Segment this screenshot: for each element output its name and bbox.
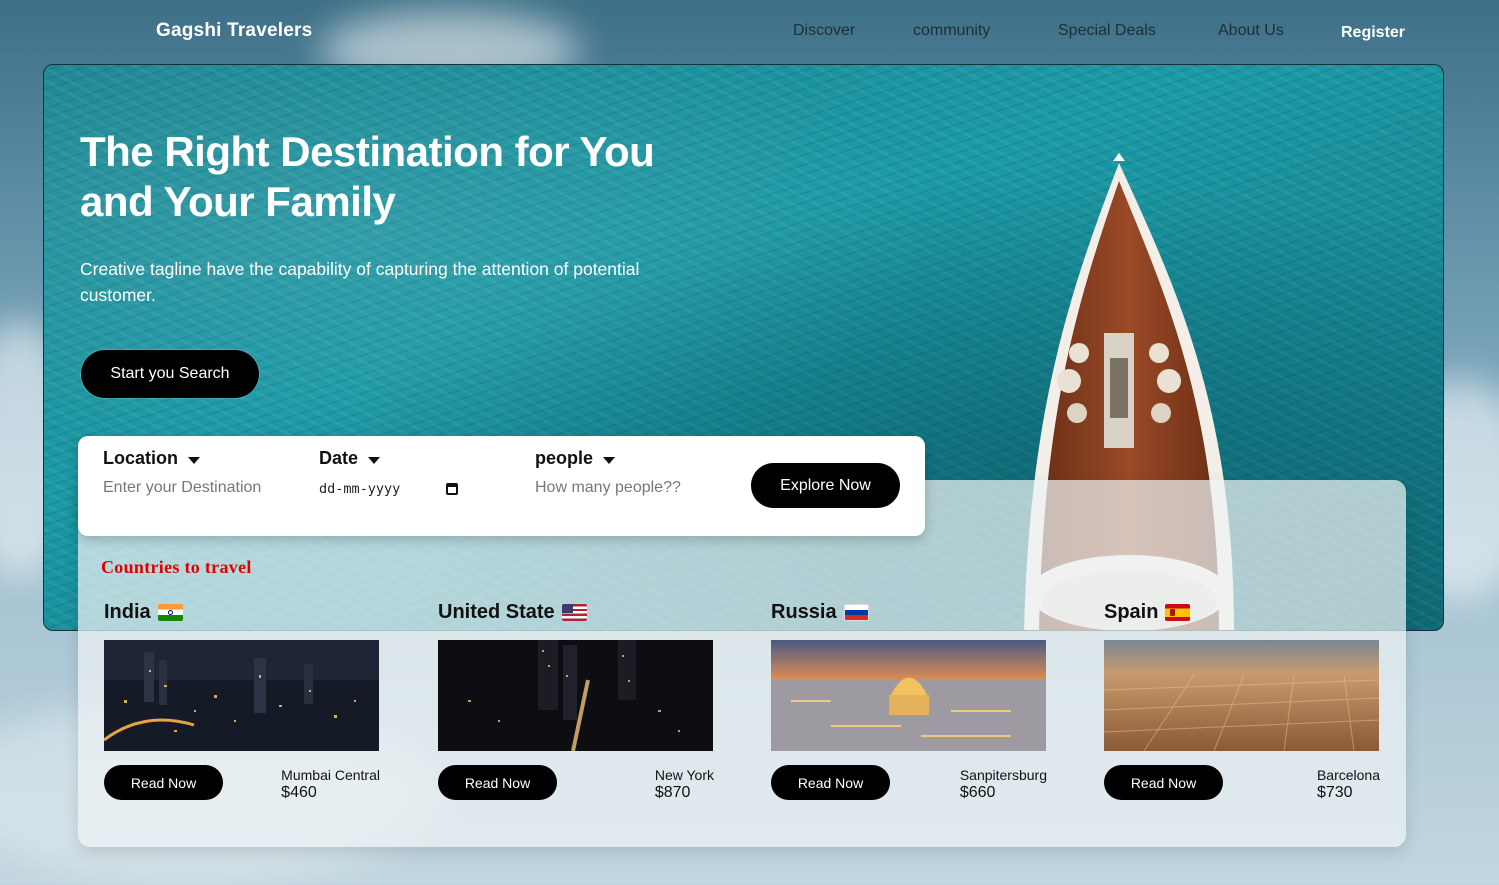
read-now-button[interactable]: Read Now — [1104, 765, 1223, 800]
countries-title: Countries to travel — [101, 557, 252, 577]
country-card-spain: Spain Read Now Barcelona $730 — [1104, 598, 1380, 801]
people-field: people — [535, 448, 725, 497]
date-label: Date — [319, 448, 359, 468]
hero-tagline: Creative tagline have the capability of … — [80, 259, 640, 305]
price: $870 — [654, 784, 691, 801]
mumbai-city-photo — [104, 640, 379, 751]
price: $730 — [1316, 784, 1353, 801]
usa-flag-icon — [561, 603, 587, 621]
read-now-button[interactable]: Read Now — [771, 765, 890, 800]
india-flag-icon — [157, 603, 183, 621]
read-now-button[interactable]: Read Now — [104, 765, 223, 800]
explore-now-button[interactable]: Explore Now — [751, 463, 900, 508]
location-label: Location — [103, 448, 178, 468]
date-input-value: dd-mm-yyyy — [319, 481, 401, 497]
location-input[interactable] — [103, 479, 293, 497]
date-input[interactable]: dd-mm-yyyy — [319, 481, 459, 497]
city-info: New York $870 — [655, 767, 714, 802]
city-info: Barcelona $730 — [1317, 767, 1380, 802]
country-card-india: India Read Now Mumbai Central $460 — [104, 598, 380, 801]
nav-discover[interactable]: Discover — [793, 22, 855, 40]
caret-down-icon — [188, 457, 200, 464]
hero-title: The Right Destination for You and Your F… — [80, 127, 740, 227]
hero-title-line2: and Your Family — [80, 178, 396, 225]
city-info: Mumbai Central $460 — [281, 767, 380, 802]
city-name: Mumbai Central — [281, 767, 380, 783]
city-name: Barcelona — [1316, 767, 1380, 783]
nav-community[interactable]: community — [913, 22, 990, 40]
price: $660 — [959, 784, 996, 801]
country-card-russia: Russia Read Now Sanpitersburg $660 — [771, 598, 1047, 801]
new-york-city-photo — [438, 640, 713, 751]
nav-special-deals[interactable]: Special Deals — [1058, 22, 1156, 40]
start-search-button[interactable]: Start you Search — [81, 350, 259, 398]
location-dropdown[interactable]: Location — [103, 448, 293, 469]
price: $460 — [281, 784, 317, 801]
country-name: Spain — [1104, 600, 1159, 623]
calendar-icon[interactable] — [446, 483, 459, 495]
spain-flag-icon — [1165, 603, 1191, 621]
country-name: India — [104, 600, 151, 623]
location-field: Location — [103, 448, 293, 497]
saint-petersburg-photo — [771, 640, 1046, 751]
hero-title-line1: The Right Destination for You — [80, 128, 655, 175]
date-field: Date dd-mm-yyyy — [319, 448, 459, 497]
people-label: people — [535, 448, 594, 468]
date-dropdown[interactable]: Date — [319, 448, 458, 469]
country-card-united-state: United State Read Now New York $870 — [438, 598, 714, 801]
country-name: Russia — [771, 600, 837, 623]
country-name: United State — [438, 600, 555, 623]
read-now-button[interactable]: Read Now — [438, 765, 557, 800]
country-heading: Spain — [1104, 598, 1380, 626]
main-nav: Discover community Special Deals About U… — [0, 20, 1499, 50]
nav-register[interactable]: Register — [1341, 24, 1405, 42]
barcelona-photo — [1104, 640, 1379, 751]
caret-down-icon — [368, 457, 381, 464]
country-heading: United State — [438, 598, 714, 626]
search-panel: Location Date dd-mm-yyyy people Explore … — [78, 436, 925, 536]
city-name: Sanpitersburg — [959, 767, 1047, 783]
city-name: New York — [654, 767, 714, 783]
city-info: Sanpitersburg $660 — [960, 767, 1047, 802]
country-heading: Russia — [771, 598, 1047, 626]
people-input[interactable] — [535, 479, 725, 497]
caret-down-icon — [603, 457, 616, 464]
country-heading: India — [104, 598, 380, 626]
nav-about-us[interactable]: About Us — [1218, 22, 1284, 40]
russia-flag-icon — [843, 603, 869, 621]
people-dropdown[interactable]: people — [535, 448, 725, 469]
